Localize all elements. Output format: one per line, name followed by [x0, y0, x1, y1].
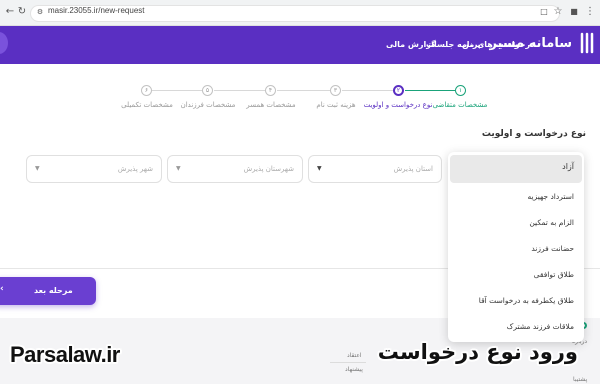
- watermark-caption: ورود نوع درخواست: [377, 340, 578, 364]
- dropdown-selected-label: آزاد: [562, 162, 574, 171]
- step-connector: [214, 90, 265, 91]
- step-2-circle: ۲: [393, 85, 404, 96]
- city-placeholder: شهر پذیرش: [117, 165, 153, 173]
- county-placeholder: شهرستان پذیرش: [243, 165, 294, 173]
- logo-icon: [580, 32, 594, 54]
- step-3-label: هزینه ثبت نام: [316, 101, 356, 109]
- step-2-label: نوع درخواست و اولویت: [363, 101, 433, 109]
- step-5-circle: ۵: [202, 85, 213, 96]
- summary-label: پشتیبا: [573, 376, 588, 383]
- nav-financial-report[interactable]: گزارش مالی: [386, 40, 436, 49]
- step-4-circle: ۴: [265, 85, 276, 96]
- menu-dots-icon[interactable]: ⋮: [584, 6, 596, 18]
- chevron-left-icon: ‹: [0, 284, 4, 294]
- step-5-label: مشخصات فرزندان: [180, 101, 236, 109]
- summary-label: پیشنهاد: [345, 366, 363, 373]
- dropdown-option[interactable]: الزام به تمکین: [529, 218, 574, 227]
- city-select[interactable]: شهر پذیرش ▼: [26, 155, 162, 183]
- install-icon[interactable]: □: [538, 6, 550, 18]
- step-connector: [152, 90, 202, 91]
- dropdown-option[interactable]: ملاقات فرزند مشترک: [507, 322, 574, 331]
- chevron-down-icon: ▼: [176, 165, 181, 172]
- step-4-label: مشخصات همسر: [246, 101, 296, 109]
- section-title: نوع درخواست و اولویت: [481, 129, 586, 139]
- step-6-label: مشخصات تکمیلی: [121, 101, 173, 109]
- summary-label: اعتقاد: [347, 352, 362, 359]
- step-1-circle: ۱: [455, 85, 466, 96]
- watermark-site: Parsalaw.ir: [10, 342, 120, 367]
- dropdown-option[interactable]: حضانت فرزند: [531, 244, 574, 253]
- county-select[interactable]: شهرستان پذیرش ▼: [167, 155, 303, 183]
- divider: [330, 362, 366, 363]
- url-text[interactable]: masir.23055.ir/new-request: [48, 6, 145, 15]
- step-6-circle: ۶: [141, 85, 152, 96]
- dropdown-option[interactable]: استرداد جهیزیه: [527, 192, 574, 201]
- dropdown-option[interactable]: طلاق توافقی: [534, 270, 574, 279]
- province-placeholder: استان پذیرش: [393, 165, 433, 173]
- province-select[interactable]: استان پذیرش ▼: [308, 155, 442, 183]
- extensions-icon[interactable]: ■: [568, 6, 580, 18]
- step-connector: [405, 90, 455, 91]
- dropdown-option[interactable]: طلاق یکطرفه به درخواست آقا: [479, 296, 574, 305]
- site-info-icon[interactable]: ⚙: [34, 6, 46, 18]
- next-step-label: مرحله بعد: [34, 286, 73, 295]
- chevron-down-icon: ▼: [35, 165, 40, 172]
- step-connector: [277, 90, 330, 91]
- chevron-down-icon: ▼: [317, 165, 322, 172]
- bookmark-star-icon[interactable]: ☆: [552, 6, 564, 18]
- step-1-label: مشخصات متقاضی: [432, 101, 488, 109]
- back-icon[interactable]: ←: [4, 6, 16, 18]
- reload-icon[interactable]: ↻: [16, 6, 28, 18]
- request-type-dropdown[interactable]: آزاد استرداد جهیزیه الزام به تمکین حضانت…: [448, 152, 584, 342]
- step-3-circle: ۳: [330, 85, 341, 96]
- step-connector: [342, 90, 393, 91]
